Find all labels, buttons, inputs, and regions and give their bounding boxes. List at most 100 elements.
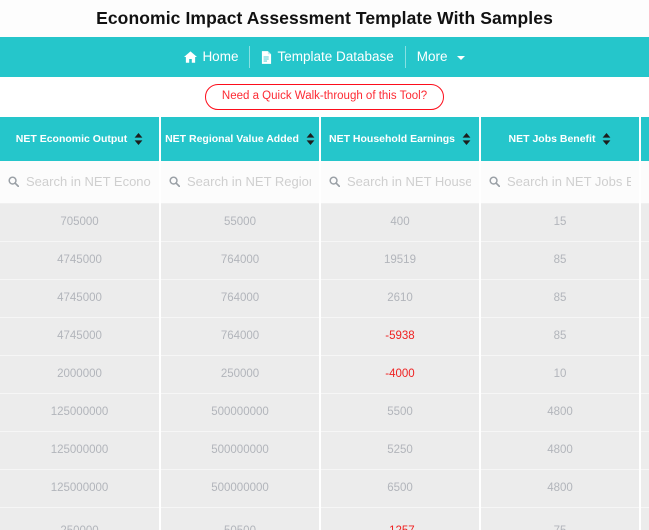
data-table-scroll-container[interactable]: NET Economic Output NET Regional Value Ad…: [0, 117, 649, 530]
table-cell[interactable]: [640, 203, 649, 242]
table-cell[interactable]: 125000000: [0, 431, 161, 470]
table-cell[interactable]: [640, 317, 649, 356]
table-cell[interactable]: 4745000: [0, 241, 161, 280]
table-cell[interactable]: [640, 431, 649, 470]
search-icon: [329, 176, 340, 188]
table-row[interactable]: 2000000 250000 -4000 10: [0, 355, 649, 394]
table-row[interactable]: 125000000 500000000 6500 4800: [0, 469, 649, 508]
table-cell[interactable]: 6500: [320, 469, 481, 508]
table-row[interactable]: 125000000 500000000 5250 4800: [0, 431, 649, 470]
nav-item-home[interactable]: Home: [173, 46, 249, 68]
table-cell[interactable]: 2000000: [0, 355, 161, 394]
table-head: NET Economic Output NET Regional Value Ad…: [0, 117, 649, 204]
table-cell[interactable]: 4745000: [0, 279, 161, 318]
column-search-cell-1[interactable]: [160, 161, 321, 204]
column-header-label: NET Household Earnings: [329, 133, 456, 145]
column-header-2[interactable]: NET Household Earnings: [320, 117, 481, 161]
column-header-label: NET Regional Value Added: [165, 133, 299, 145]
table-cell[interactable]: [640, 355, 649, 394]
column-search-input-2[interactable]: [347, 174, 471, 190]
main-navbar: Home Template Database More: [0, 37, 649, 77]
column-header-label: NET Economic Output: [15, 133, 128, 145]
nav-item-more-label: More: [416, 49, 448, 64]
nav-item-template-database[interactable]: Template Database: [250, 46, 404, 68]
column-header-0[interactable]: NET Economic Output: [0, 117, 161, 161]
sort-toggle-icon[interactable]: [462, 133, 471, 145]
table-cell[interactable]: 250000: [160, 355, 321, 394]
table-cell[interactable]: 5250: [320, 431, 481, 470]
table-cell[interactable]: 764000: [160, 241, 321, 280]
table-cell[interactable]: 19519: [320, 241, 481, 280]
table-cell[interactable]: 125000000: [0, 469, 161, 508]
table-cell[interactable]: 4800: [480, 393, 641, 432]
sort-toggle-icon[interactable]: [134, 133, 143, 145]
search-icon: [8, 176, 19, 188]
table-cell[interactable]: 50500: [160, 507, 321, 530]
column-search-inner: [489, 174, 631, 190]
table-cell[interactable]: 15: [480, 203, 641, 242]
table-search-row: [0, 161, 649, 204]
column-search-input-3[interactable]: [507, 174, 631, 190]
table-cell[interactable]: 500000000: [160, 393, 321, 432]
column-header-4[interactable]: [640, 117, 649, 161]
table-cell[interactable]: [640, 393, 649, 432]
column-header-label: NET Jobs Benefit: [508, 133, 596, 145]
table-cell[interactable]: 764000: [160, 317, 321, 356]
table-cell[interactable]: 85: [480, 279, 641, 318]
table-cell[interactable]: 55000: [160, 203, 321, 242]
table-cell[interactable]: 85: [480, 241, 641, 280]
table-cell[interactable]: -4000: [320, 355, 481, 394]
column-search-inner: [329, 174, 471, 190]
walkthrough-bar: Need a Quick Walk-through of this Tool?: [0, 77, 649, 117]
column-header-3[interactable]: NET Jobs Benefit: [480, 117, 641, 161]
column-search-cell-4[interactable]: [640, 161, 649, 204]
column-search-cell-0[interactable]: [0, 161, 161, 204]
table-row[interactable]: 4745000 764000 19519 85: [0, 241, 649, 280]
table-header-row: NET Economic Output NET Regional Value Ad…: [0, 117, 649, 161]
navbar-items: Home Template Database More: [173, 37, 475, 77]
table-body: 705000 55000 400 15 4745000 764000 19519 85 4745…: [0, 203, 649, 530]
nav-item-more[interactable]: More: [406, 46, 476, 68]
table-cell[interactable]: [640, 279, 649, 318]
data-table: NET Economic Output NET Regional Value Ad…: [0, 117, 649, 530]
table-row[interactable]: 25000050500-125775: [0, 507, 649, 530]
table-cell[interactable]: 2610: [320, 279, 481, 318]
table-cell[interactable]: 764000: [160, 279, 321, 318]
table-cell[interactable]: 85: [480, 317, 641, 356]
table-cell[interactable]: 500000000: [160, 431, 321, 470]
table-cell[interactable]: [640, 469, 649, 508]
column-search-input-0[interactable]: [26, 174, 151, 190]
table-cell[interactable]: 250000: [0, 507, 161, 530]
table-cell[interactable]: 75: [480, 507, 641, 530]
column-header-inner: NET Economic Output: [8, 133, 151, 145]
sort-toggle-icon[interactable]: [602, 133, 611, 145]
column-search-cell-3[interactable]: [480, 161, 641, 204]
table-row[interactable]: 705000 55000 400 15: [0, 203, 649, 242]
table-cell[interactable]: 5500: [320, 393, 481, 432]
page-title: Economic Impact Assessment Template With…: [96, 8, 553, 28]
table-cell[interactable]: -5938: [320, 317, 481, 356]
table-cell[interactable]: [640, 241, 649, 280]
column-header-inner: NET Jobs Benefit: [489, 133, 631, 145]
table-cell[interactable]: 705000: [0, 203, 161, 242]
table-cell[interactable]: 4745000: [0, 317, 161, 356]
table-cell[interactable]: 500000000: [160, 469, 321, 508]
sort-toggle-icon[interactable]: [306, 133, 315, 145]
table-cell[interactable]: 10: [480, 355, 641, 394]
column-search-input-1[interactable]: [187, 174, 311, 190]
column-search-cell-2[interactable]: [320, 161, 481, 204]
page-title-bar: Economic Impact Assessment Template With…: [0, 0, 649, 37]
search-icon: [169, 176, 180, 188]
table-cell[interactable]: [640, 507, 649, 530]
table-row[interactable]: 125000000 500000000 5500 4800: [0, 393, 649, 432]
file-document-icon: [261, 50, 272, 64]
walkthrough-button[interactable]: Need a Quick Walk-through of this Tool?: [204, 84, 445, 110]
column-header-1[interactable]: NET Regional Value Added: [160, 117, 321, 161]
table-row[interactable]: 4745000 764000 -5938 85: [0, 317, 649, 356]
table-cell[interactable]: 4800: [480, 431, 641, 470]
table-cell[interactable]: 4800: [480, 469, 641, 508]
table-cell[interactable]: 400: [320, 203, 481, 242]
table-cell[interactable]: 125000000: [0, 393, 161, 432]
table-row[interactable]: 4745000 764000 2610 85: [0, 279, 649, 318]
table-cell[interactable]: -1257: [320, 507, 481, 530]
